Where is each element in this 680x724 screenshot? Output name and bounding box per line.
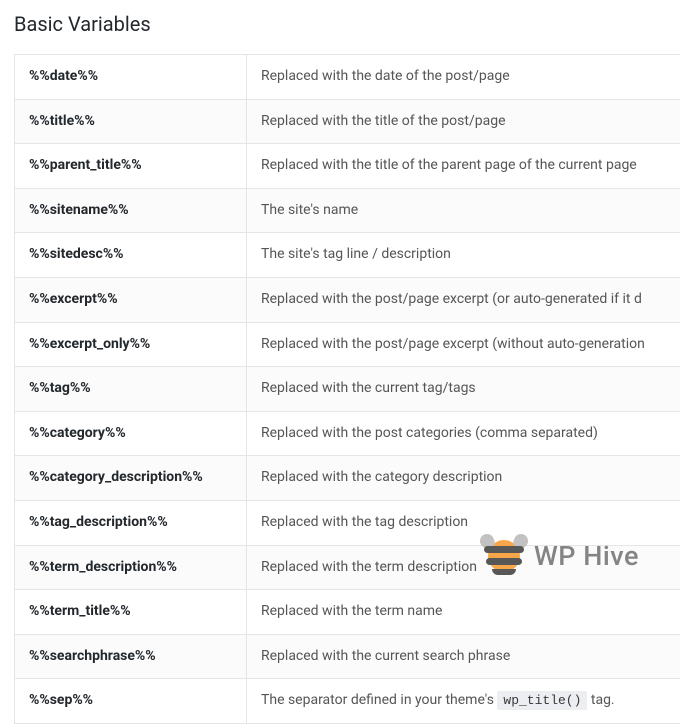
variable-name: %%term_description%% (15, 545, 247, 590)
table-row: %%searchphrase%%Replaced with the curren… (15, 634, 680, 679)
table-row: %%sitename%%The site's name (15, 188, 680, 233)
variable-description: The site's name (247, 188, 680, 233)
section-heading: Basic Variables (0, 0, 680, 54)
variables-table: %%date%%Replaced with the date of the po… (14, 54, 680, 724)
variable-name: %%sitename%% (15, 188, 247, 233)
table-row: %%sep%%The separator defined in your the… (15, 679, 680, 724)
table-row: %%category_description%%Replaced with th… (15, 456, 680, 501)
variable-description: Replaced with the post/page excerpt (or … (247, 277, 680, 322)
variable-name: %%searchphrase%% (15, 634, 247, 679)
variable-name: %%tag%% (15, 367, 247, 412)
table-row: %%sitedesc%%The site's tag line / descri… (15, 233, 680, 278)
table-row: %%parent_title%%Replaced with the title … (15, 144, 680, 189)
variable-description: Replaced with the title of the post/page (247, 99, 680, 144)
variable-description: The site's tag line / description (247, 233, 680, 278)
variable-description: The separator defined in your theme's wp… (247, 679, 680, 724)
variable-description: Replaced with the category description (247, 456, 680, 501)
variable-description: Replaced with the term description (247, 545, 680, 590)
variable-name: %%category_description%% (15, 456, 247, 501)
table-row: %%tag_description%%Replaced with the tag… (15, 500, 680, 545)
variable-description: Replaced with the post/page excerpt (wit… (247, 322, 680, 367)
variable-description: Replaced with the date of the post/page (247, 55, 680, 100)
variable-name: %%sep%% (15, 679, 247, 724)
variable-description: Replaced with the post categories (comma… (247, 411, 680, 456)
variable-name: %%term_title%% (15, 590, 247, 635)
table-row: %%term_title%%Replaced with the term nam… (15, 590, 680, 635)
variable-name: %%sitedesc%% (15, 233, 247, 278)
variable-name: %%category%% (15, 411, 247, 456)
table-row: %%excerpt_only%%Replaced with the post/p… (15, 322, 680, 367)
table-row: %%excerpt%%Replaced with the post/page e… (15, 277, 680, 322)
variable-name: %%excerpt%% (15, 277, 247, 322)
table-row: %%title%%Replaced with the title of the … (15, 99, 680, 144)
variable-description: Replaced with the current tag/tags (247, 367, 680, 412)
variable-name: %%tag_description%% (15, 500, 247, 545)
inline-code: wp_title() (497, 691, 587, 710)
variable-description: Replaced with the term name (247, 590, 680, 635)
variable-name: %%title%% (15, 99, 247, 144)
variable-name: %%date%% (15, 55, 247, 100)
table-row: %%term_description%%Replaced with the te… (15, 545, 680, 590)
variable-name: %%excerpt_only%% (15, 322, 247, 367)
table-row: %%tag%%Replaced with the current tag/tag… (15, 367, 680, 412)
variable-description: Replaced with the title of the parent pa… (247, 144, 680, 189)
table-row: %%date%%Replaced with the date of the po… (15, 55, 680, 100)
variable-description: Replaced with the tag description (247, 500, 680, 545)
variable-description: Replaced with the current search phrase (247, 634, 680, 679)
table-row: %%category%%Replaced with the post categ… (15, 411, 680, 456)
variable-name: %%parent_title%% (15, 144, 247, 189)
